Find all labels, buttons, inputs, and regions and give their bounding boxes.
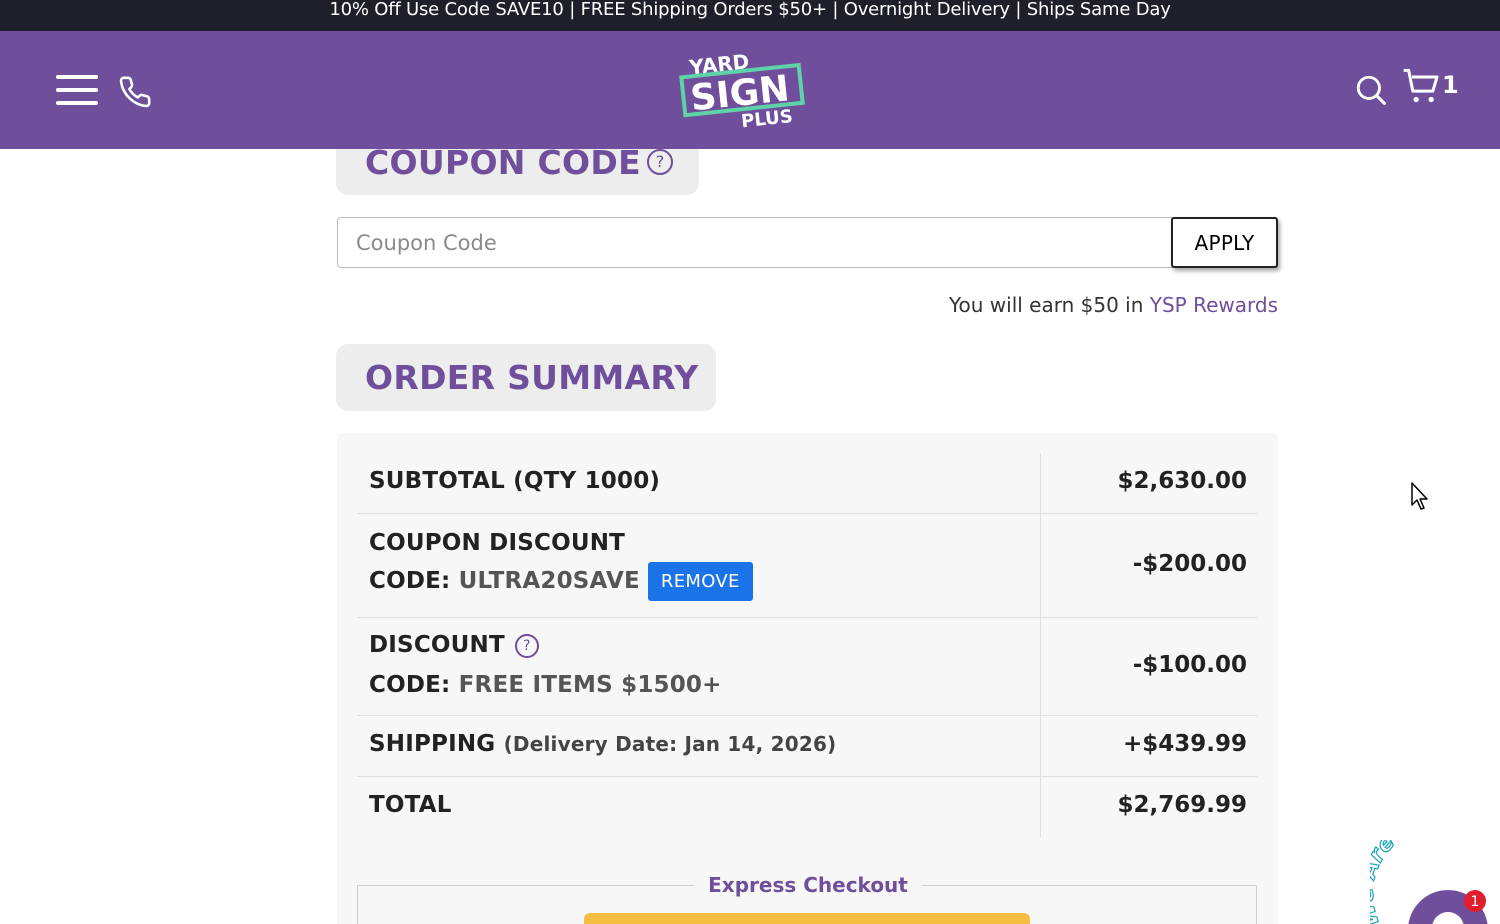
express-checkout-label: Express Checkout: [694, 873, 922, 897]
delivery-date: (Delivery Date: Jan 14, 2026): [503, 732, 837, 756]
order-summary-header: ORDER SUMMARY: [336, 344, 716, 411]
discount-label: DISCOUNT: [369, 632, 505, 658]
total-label: TOTAL: [369, 792, 452, 818]
coupon-code-line: CODE: ULTRA20SAVE REMOVE: [369, 562, 753, 601]
subtotal-label: SUBTOTAL (QTY 1000): [369, 468, 661, 494]
subtotal-value: $2,630.00: [1117, 468, 1248, 494]
discount-help-icon[interactable]: ?: [514, 633, 539, 658]
shipping-label-line: SHIPPING (Delivery Date: Jan 14, 2026): [369, 731, 836, 757]
mouse-cursor-icon: [1411, 482, 1428, 510]
subtotal-row: SUBTOTAL (QTY 1000) $2,630.00: [357, 453, 1257, 514]
chat-widget[interactable]: We Are Here 1: [1370, 840, 1500, 924]
total-row: TOTAL $2,769.99: [357, 777, 1257, 837]
shipping-row: SHIPPING (Delivery Date: Jan 14, 2026) +…: [357, 716, 1257, 777]
cart-icon: [1403, 68, 1439, 103]
search-icon[interactable]: [1354, 73, 1388, 107]
order-summary-title: ORDER SUMMARY: [365, 358, 699, 397]
discount-label-line: DISCOUNT?: [369, 632, 539, 658]
chat-badge: 1: [1471, 894, 1480, 910]
hamburger-menu-icon[interactable]: [56, 75, 98, 107]
coupon-code-input[interactable]: [337, 217, 1173, 268]
cart-count: 1: [1442, 71, 1459, 99]
discount-code: FREE ITEMS $1500+: [458, 672, 722, 698]
coupon-discount-row: COUPON DISCOUNT CODE: ULTRA20SAVE REMOVE …: [357, 514, 1257, 618]
total-value: $2,769.99: [1117, 792, 1248, 818]
shipping-value: +$439.99: [1122, 731, 1247, 757]
discount-code-prefix: CODE:: [369, 672, 459, 698]
discount-code-line: CODE: FREE ITEMS $1500+: [369, 672, 722, 698]
discount-value: -$100.00: [1132, 652, 1247, 678]
shipping-label: SHIPPING: [369, 731, 496, 757]
coupon-help-icon[interactable]: ?: [647, 149, 673, 175]
promo-text: 10% Off Use Code SAVE10 | FREE Shipping …: [329, 0, 1171, 20]
site-header: YARD SIGN PLUS 1: [0, 31, 1500, 149]
rewards-text: You will earn $50 in: [948, 293, 1150, 317]
promo-banner: 10% Off Use Code SAVE10 | FREE Shipping …: [0, 0, 1500, 31]
coupon-discount-value: -$200.00: [1132, 551, 1247, 577]
discount-row: DISCOUNT? CODE: FREE ITEMS $1500+ -$100.…: [357, 618, 1257, 716]
coupon-code-prefix: CODE:: [369, 568, 459, 594]
coupon-discount-label: COUPON DISCOUNT: [369, 530, 626, 556]
coupon-section-header: COUPON CODE ?: [336, 143, 699, 195]
applied-coupon-code: ULTRA20SAVE: [458, 568, 640, 594]
yard-sign-plus-logo[interactable]: YARD SIGN PLUS: [678, 47, 808, 133]
svg-text:PLUS: PLUS: [740, 106, 794, 132]
cart-button[interactable]: 1: [1402, 67, 1462, 109]
ysp-rewards-link[interactable]: YSP Rewards: [1150, 293, 1278, 317]
rewards-notice: You will earn $50 in YSP Rewards: [900, 293, 1278, 317]
express-pay-button[interactable]: [584, 913, 1030, 924]
remove-coupon-button[interactable]: REMOVE: [647, 562, 753, 601]
coupon-title: COUPON CODE: [365, 143, 641, 182]
apply-coupon-button[interactable]: APPLY: [1171, 217, 1278, 268]
order-summary-table: SUBTOTAL (QTY 1000) $2,630.00 COUPON DIS…: [337, 433, 1278, 924]
phone-icon[interactable]: [118, 75, 152, 109]
